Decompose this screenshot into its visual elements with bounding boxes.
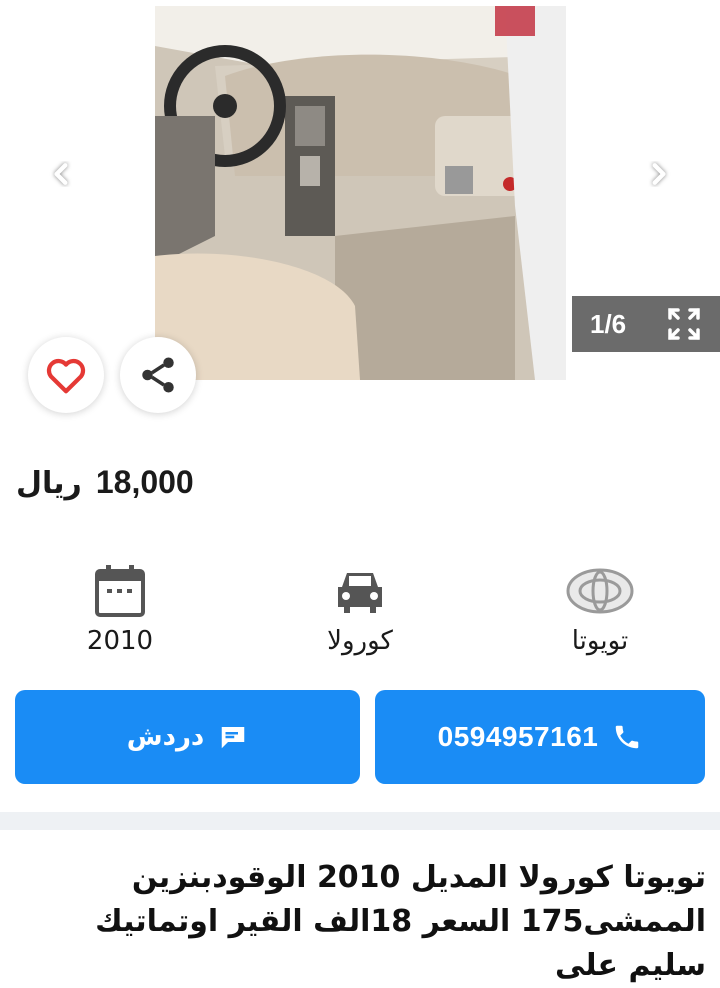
price-value: 18,000 (95, 464, 194, 500)
next-image-button[interactable] (634, 150, 682, 198)
chevron-left-icon (54, 163, 68, 185)
spec-make: تويوتا (510, 560, 690, 656)
image-counter-bar: 1/6 (572, 296, 720, 352)
description-line-2: الممشى175 السعر 18الف القير اوتماتيك سلي… (95, 904, 706, 983)
image-counter: 1/6 (590, 308, 627, 339)
car-interior-photo[interactable] (155, 6, 566, 380)
share-button[interactable] (120, 337, 196, 413)
description-line-1: تويوتا كورولا المديل 2010 الوقودبنزين (131, 860, 706, 895)
chat-button[interactable]: دردش (15, 690, 360, 784)
chevron-right-icon (652, 163, 666, 185)
previous-image-button[interactable] (38, 150, 86, 198)
price-currency: ريال (16, 466, 82, 501)
calendar-icon (95, 565, 145, 617)
spec-year: 2010 (30, 560, 210, 656)
call-button[interactable]: 0594957161 (375, 690, 705, 784)
favorite-button[interactable] (28, 337, 104, 413)
spec-make-value: تويوتا (571, 626, 629, 656)
heart-icon (46, 358, 86, 394)
chat-button-label: دردش (126, 722, 205, 752)
image-gallery: 1/6 (0, 0, 720, 380)
car-icon (338, 573, 382, 613)
spec-model: كورولا (270, 560, 450, 656)
spec-year-value: 2010 (86, 626, 154, 656)
share-icon (142, 357, 174, 393)
toyota-logo-icon (566, 568, 634, 614)
chat-icon (222, 727, 245, 749)
listing-description: تويوتا كورولا المديل 2010 الوقودبنزين ال… (12, 856, 706, 988)
phone-icon (616, 725, 639, 749)
price: ريال 18,000 (0, 464, 720, 514)
fullscreen-icon[interactable] (664, 304, 704, 344)
car-interior-illustration (155, 6, 566, 380)
phone-number: 0594957161 (437, 721, 599, 752)
spec-model-value: كورولا (327, 626, 393, 656)
section-divider (0, 812, 720, 830)
